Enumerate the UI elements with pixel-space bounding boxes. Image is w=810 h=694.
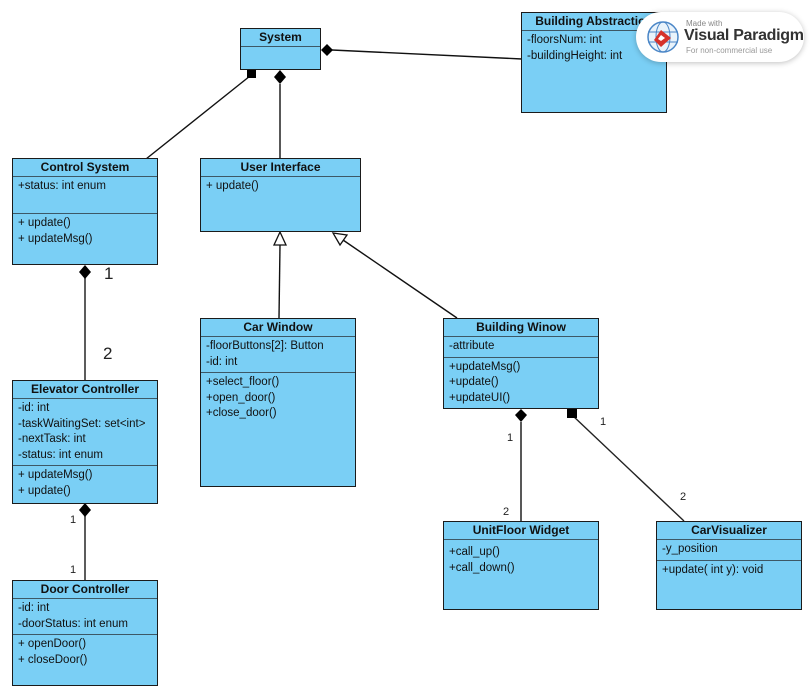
attributes-section: -y_position <box>657 540 801 560</box>
attribute: -nextTask: int <box>18 433 86 445</box>
operation: + update() <box>206 180 259 192</box>
attribute: -id: int <box>18 602 50 614</box>
operation: +update() <box>449 376 499 388</box>
multiplicity-label: 2 <box>103 344 113 363</box>
operation: +select_floor() <box>206 376 280 388</box>
attribute: -doorStatus: int enum <box>18 617 128 630</box>
operation: +call_up() <box>449 546 500 558</box>
attribute: -y_position <box>662 543 718 555</box>
class-name: UnitFloor Widget <box>444 522 598 540</box>
attribute: +status: int enum <box>18 180 106 192</box>
operation: +updateUI() <box>449 391 511 404</box>
class-control-system[interactable]: Control System +status: int enum + updat… <box>12 158 158 265</box>
operation: + update() <box>18 217 71 229</box>
class-name: Control System <box>13 159 157 177</box>
class-name: Elevator Controller <box>13 381 157 399</box>
class-unit-floor-widget[interactable]: UnitFloor Widget +call_up() +call_down() <box>443 521 599 610</box>
operation: +close_door() <box>206 407 277 419</box>
attribute: -attribute <box>449 340 495 352</box>
attributes-section: +status: int enum <box>13 177 157 213</box>
watermark-line2: Visual Paradigm <box>684 27 804 44</box>
class-user-interface[interactable]: User Interface + update() <box>200 158 361 232</box>
link-system-building-abstraction[interactable] <box>331 49 523 60</box>
link-car-window-user-interface[interactable] <box>278 244 281 319</box>
link-building-window-car-visualizer[interactable] <box>571 414 685 522</box>
operation: +call_down() <box>449 561 515 574</box>
composition-marker-icon <box>567 409 577 418</box>
generalization-arrow-icon <box>272 230 288 246</box>
attributes-section: -id: int -taskWaitingSet: set<int> -next… <box>13 399 157 465</box>
visual-paradigm-logo-icon <box>647 21 679 53</box>
operation: + updateMsg() <box>18 469 93 481</box>
class-building-window[interactable]: Building Winow -attribute +updateMsg() +… <box>443 318 599 409</box>
operations-section: +updateMsg() +update() +updateUI() <box>444 356 598 409</box>
operations-section: + update() + updateMsg() <box>13 213 157 264</box>
composition-diamond-icon <box>515 409 527 422</box>
composition-diamond-icon <box>79 503 91 517</box>
composition-diamond-icon <box>79 265 91 279</box>
operation: + openDoor() <box>18 638 87 650</box>
operations-section: +call_up() +call_down() <box>444 540 598 609</box>
attribute: -taskWaitingSet: set<int> <box>18 417 146 430</box>
class-elevator-controller[interactable]: Elevator Controller -id: int -taskWaitin… <box>12 380 158 504</box>
class-system[interactable]: System <box>240 28 321 70</box>
operation: +open_door() <box>206 391 276 404</box>
multiplicity-label: 1 <box>104 264 114 283</box>
attribute: -id: int <box>18 402 50 414</box>
multiplicity-label: 1 <box>507 432 514 444</box>
operation: + closeDoor() <box>18 653 88 666</box>
generalization-arrow-icon <box>331 232 349 247</box>
class-name: Building Winow <box>444 319 598 337</box>
operations-section: + openDoor() + closeDoor() <box>13 634 157 685</box>
class-name: User Interface <box>201 159 360 177</box>
diagram-canvas: System Building Abstraction -floorsNum: … <box>0 0 810 694</box>
attribute: -status: int enum <box>18 448 104 461</box>
class-name: System <box>241 29 320 47</box>
operation: +update( int y): void <box>662 563 764 576</box>
watermark-line3: For non-commercial use <box>686 46 773 55</box>
class-name: Car Window <box>201 319 355 337</box>
class-name: CarVisualizer <box>657 522 801 540</box>
link-building-window-user-interface[interactable] <box>342 239 458 319</box>
operations-section: + updateMsg() + update() <box>13 465 157 503</box>
multiplicity-label: 2 <box>503 506 510 518</box>
attribute: -floorButtons[2]: Button <box>206 340 324 352</box>
operation: +updateMsg() <box>449 360 521 373</box>
attribute: -id: int <box>206 355 238 368</box>
attributes-section <box>241 47 320 69</box>
multiplicity-label: 1 <box>70 564 77 576</box>
operations-section: +select_floor() +open_door() +close_door… <box>201 372 355 486</box>
attributes-section: -attribute <box>444 337 598 357</box>
visual-paradigm-watermark: Made with Visual Paradigm For non-commer… <box>636 12 804 62</box>
composition-diamond-icon <box>274 70 286 84</box>
operation: + updateMsg() <box>18 232 93 245</box>
composition-diamond-icon <box>321 44 333 56</box>
class-name: Door Controller <box>13 581 157 599</box>
class-door-controller[interactable]: Door Controller -id: int -doorStatus: in… <box>12 580 158 686</box>
multiplicity-label: 2 <box>680 491 687 503</box>
link-system-control-system[interactable] <box>145 75 251 160</box>
composition-marker-icon <box>247 69 256 78</box>
operations-section: +update( int y): void <box>657 559 801 610</box>
attributes-section: -floorButtons[2]: Button -id: int <box>201 337 355 372</box>
operations-section: + update() <box>201 177 360 231</box>
multiplicity-label: 1 <box>600 416 607 428</box>
operation: + update() <box>18 484 71 497</box>
class-car-window[interactable]: Car Window -floorButtons[2]: Button -id:… <box>200 318 356 487</box>
attributes-section: -id: int -doorStatus: int enum <box>13 599 157 634</box>
class-car-visualizer[interactable]: CarVisualizer -y_position +update( int y… <box>656 521 802 610</box>
multiplicity-label: 1 <box>70 514 77 526</box>
